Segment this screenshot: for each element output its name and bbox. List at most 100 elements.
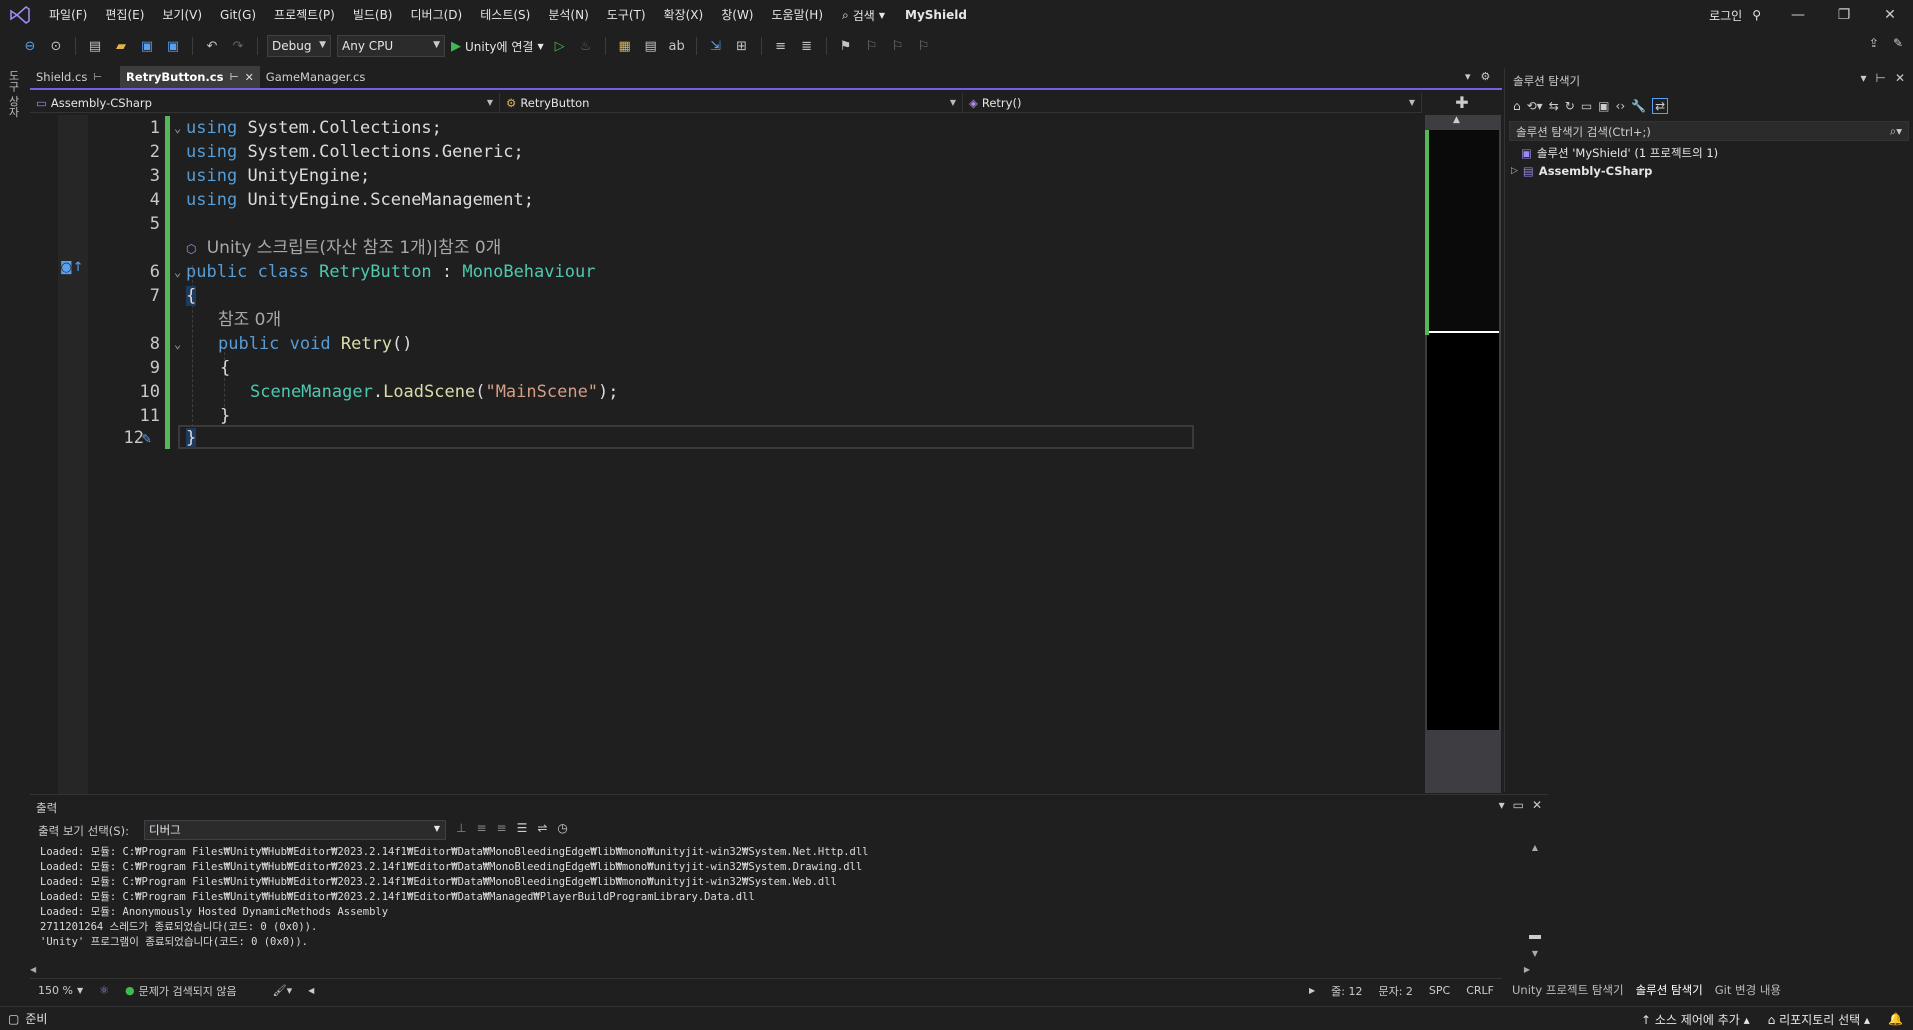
scroll-right-icon[interactable]: ▶: [1524, 965, 1530, 974]
menu-build[interactable]: 빌드(B): [344, 0, 402, 30]
tab-list-dropdown-icon[interactable]: ▾: [1465, 70, 1471, 83]
spellcheck-icon[interactable]: ab: [667, 36, 687, 56]
open-folder-icon[interactable]: ▰: [111, 36, 131, 56]
solution-config-select[interactable]: Debug ▼: [267, 35, 331, 57]
scroll-up-icon[interactable]: ▲: [1453, 115, 1460, 125]
scroll-down-icon[interactable]: ▼: [1528, 949, 1542, 958]
home-icon[interactable]: ⌂: [1513, 99, 1521, 113]
menu-analyze[interactable]: 분석(N): [539, 0, 597, 30]
properties-icon[interactable]: 🔧: [1631, 99, 1646, 113]
menu-git[interactable]: Git(G): [211, 0, 265, 30]
maximize-icon[interactable]: ▭: [1513, 798, 1524, 812]
close-icon[interactable]: ✕: [245, 71, 254, 84]
tab-retrybutton-cs[interactable]: RetryButton.cs ⊢ ✕: [120, 66, 260, 88]
attach-unity-button[interactable]: ▶ Unity에 연결 ▼: [451, 38, 544, 55]
timestamp-icon[interactable]: ◷: [557, 821, 567, 835]
pin-icon[interactable]: ⊢: [93, 72, 102, 83]
menu-tools[interactable]: 도구(T): [598, 0, 655, 30]
comment-icon[interactable]: ≡: [771, 36, 791, 56]
history-icon[interactable]: ⟲▾: [1527, 99, 1543, 113]
search-box[interactable]: ⌕ 검색 ▼: [832, 7, 895, 24]
bookmark-next-icon[interactable]: ⚐: [888, 36, 908, 56]
zoom-select[interactable]: 150 % ▼: [30, 984, 91, 997]
next-message-icon[interactable]: ≡: [497, 821, 507, 835]
start-without-debug-icon[interactable]: ▷: [550, 36, 570, 56]
close-window-button[interactable]: ✕: [1867, 0, 1913, 30]
view-code-icon[interactable]: ‹›: [1616, 99, 1626, 113]
codelens-class[interactable]: ⬡ Unity 스크립트(자산 참조 1개)|참조 0개: [186, 236, 501, 261]
prev-message-icon[interactable]: ≡: [476, 821, 486, 835]
tab-gamemanager-cs[interactable]: GameManager.cs: [260, 66, 372, 88]
pin-icon[interactable]: ⊢: [229, 72, 238, 83]
clear-all-icon[interactable]: ☰: [517, 821, 528, 835]
menu-view[interactable]: 보기(V): [153, 0, 211, 30]
fold-chevron-icon[interactable]: ⌄: [174, 260, 181, 284]
codelens-method[interactable]: 참조 0개: [218, 308, 281, 332]
step-icon[interactable]: ⇲: [706, 36, 726, 56]
tab-git-changes[interactable]: Git 변경 내용: [1715, 982, 1781, 998]
browse-icon[interactable]: ▦: [615, 36, 635, 56]
scroll-left-icon[interactable]: ◀: [30, 965, 36, 974]
line-indicator[interactable]: 줄: 12: [1323, 983, 1370, 999]
menu-file[interactable]: 파일(F): [40, 0, 96, 30]
menu-project[interactable]: 프로젝트(P): [265, 0, 344, 30]
project-node[interactable]: ▷ ▤ Assembly-CSharp: [1511, 164, 1652, 178]
output-source-select[interactable]: 디버그 ▼: [144, 820, 446, 840]
member-dropdown[interactable]: ◈ Retry() ▼: [963, 92, 1422, 113]
output-log[interactable]: Loaded: 모듈: C:₩Program Files₩Unity₩Hub₩E…: [40, 845, 1520, 950]
solution-search-input[interactable]: 솔루션 탐색기 검색(Ctrl+;) ⌕▾: [1509, 121, 1909, 141]
account-icon[interactable]: ⚲: [1748, 8, 1775, 22]
add-source-control-button[interactable]: ↑ 소스 제어에 추가 ▴: [1641, 1011, 1750, 1028]
word-wrap-icon[interactable]: ⇌: [537, 821, 547, 835]
login-link[interactable]: 로그인: [1703, 7, 1748, 24]
whitespace-indicator[interactable]: SPC: [1421, 984, 1458, 997]
refresh-icon[interactable]: ↻: [1565, 99, 1575, 113]
back-icon[interactable]: ⊖: [20, 36, 40, 56]
save-all-icon[interactable]: ▣: [163, 36, 183, 56]
expand-chevron-icon[interactable]: ▷: [1511, 166, 1518, 176]
options-dropdown-icon[interactable]: ▾: [1499, 798, 1505, 812]
issues-indicator[interactable]: ● 문제가 검색되지 않음: [117, 983, 245, 999]
platform-select[interactable]: Any CPU ▼: [337, 35, 445, 57]
code-editor[interactable]: ◙↑ 1 ⌄ using System.Collections; 2 using…: [30, 115, 1422, 795]
restore-button[interactable]: ❐: [1821, 0, 1867, 30]
toolbox-tab[interactable]: 도구 상자: [7, 70, 21, 118]
bookmark-icon[interactable]: ⚑: [836, 36, 856, 56]
share-icon[interactable]: ⇪: [1869, 36, 1879, 50]
solution-node[interactable]: ▣ 솔루션 'MyShield' (1 프로젝트의 1): [1521, 145, 1718, 161]
fold-chevron-icon[interactable]: ⌄: [174, 332, 181, 356]
tab-shield-cs[interactable]: Shield.cs ⊢: [30, 66, 108, 88]
layout-icon[interactable]: ▤: [641, 36, 661, 56]
show-all-files-icon[interactable]: ▣: [1598, 99, 1609, 113]
preview-icon[interactable]: ⇄: [1652, 98, 1669, 114]
menu-window[interactable]: 창(W): [712, 0, 762, 30]
tab-solution-explorer[interactable]: 솔루션 탐색기: [1636, 982, 1703, 998]
visual-studio-logo-icon[interactable]: [0, 0, 40, 30]
settings-gear-icon[interactable]: ⚙: [1481, 70, 1491, 83]
tab-unity-explorer[interactable]: Unity 프로젝트 탐색기: [1512, 982, 1624, 998]
save-icon[interactable]: ▣: [137, 36, 157, 56]
split-window-icon[interactable]: ✚: [1452, 93, 1472, 113]
cleanup-icon[interactable]: 🖌▾: [265, 984, 301, 997]
project-dropdown[interactable]: ▭ Assembly-CSharp ▼: [30, 92, 500, 113]
minimize-button[interactable]: —: [1775, 0, 1821, 30]
breakpoints-icon[interactable]: ⊞: [732, 36, 752, 56]
menu-extensions[interactable]: 확장(X): [655, 0, 713, 30]
line-ending-indicator[interactable]: CRLF: [1458, 984, 1502, 997]
uncomment-icon[interactable]: ≣: [797, 36, 817, 56]
find-message-icon[interactable]: ⊥: [456, 821, 466, 835]
column-indicator[interactable]: 문자: 2: [1370, 983, 1420, 999]
notifications-icon[interactable]: 🔔: [1888, 1012, 1903, 1026]
close-icon[interactable]: ✕: [1532, 798, 1542, 812]
sync-icon[interactable]: ⇆: [1549, 99, 1559, 113]
scroll-left-icon[interactable]: ◀: [300, 986, 322, 995]
close-icon[interactable]: ✕: [1895, 71, 1905, 85]
collapse-all-icon[interactable]: ▭: [1581, 99, 1592, 113]
bookmark-clear-icon[interactable]: ⚐: [914, 36, 934, 56]
bookmark-prev-icon[interactable]: ⚐: [862, 36, 882, 56]
type-dropdown[interactable]: ⚙ RetryButton ▼: [500, 92, 963, 113]
fold-chevron-icon[interactable]: ⌄: [174, 116, 181, 140]
menu-test[interactable]: 테스트(S): [471, 0, 539, 30]
menu-edit[interactable]: 편집(E): [96, 0, 153, 30]
scroll-thumb[interactable]: [1529, 935, 1541, 939]
